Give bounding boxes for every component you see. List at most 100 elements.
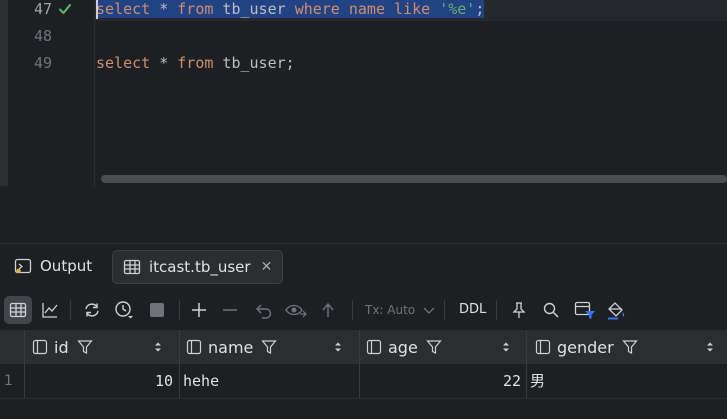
sql-text: tb_user (213, 0, 295, 18)
tab-output[interactable]: Output (14, 250, 92, 282)
toolbar-separator (179, 300, 180, 320)
sort-arrows-icon[interactable] (334, 341, 342, 353)
line-number: 47 (33, 0, 52, 18)
column-header-label: name (208, 337, 254, 357)
ddl-button[interactable]: DDL (459, 302, 486, 317)
sql-keyword: from (177, 54, 214, 72)
column-header-name[interactable]: name (186, 330, 278, 364)
revert-button[interactable] (250, 296, 278, 324)
horizontal-scrollbar[interactable] (101, 175, 727, 183)
filter-icon[interactable] (76, 339, 93, 355)
sql-text: * (150, 0, 178, 18)
clock-dropdown-icon (115, 301, 133, 319)
sql-keyword: name (339, 0, 395, 18)
sql-keyword: from (177, 0, 214, 18)
preview-changes-button[interactable] (282, 296, 310, 324)
table-view-button[interactable] (4, 296, 32, 324)
delete-row-button[interactable] (216, 296, 244, 324)
sort-arrows-icon[interactable] (706, 341, 714, 353)
toolbar-separator (444, 300, 445, 320)
minus-icon (223, 309, 237, 311)
column-header-gender[interactable]: gender (535, 330, 638, 364)
code-line-49[interactable]: select * from tb_user; (96, 54, 295, 73)
pin-tab-button[interactable] (505, 296, 533, 324)
cell-name[interactable]: hehe (183, 364, 219, 398)
sql-string: '%e' (439, 0, 476, 18)
filter-icon[interactable] (621, 339, 638, 355)
code-line-47[interactable]: select * from tb_user where name like '%… (96, 0, 485, 19)
sql-text: ; (475, 0, 485, 18)
filter-icon[interactable] (261, 339, 278, 355)
chevron-down-icon (423, 307, 435, 314)
history-button[interactable] (110, 296, 138, 324)
search-icon (543, 302, 559, 318)
submit-button[interactable] (314, 296, 342, 324)
search-button[interactable] (537, 296, 565, 324)
sql-keyword: like (394, 0, 431, 18)
cell-id[interactable]: 10 (25, 364, 173, 398)
line-chart-icon (42, 303, 58, 318)
filter-view-button[interactable] (571, 296, 599, 324)
tab-output-label: Output (40, 257, 93, 275)
sql-text: * (150, 54, 178, 72)
transaction-mode-dropdown[interactable]: Tx: Auto (365, 303, 415, 317)
cancel-running-button[interactable] (143, 296, 171, 324)
column-icon (366, 339, 382, 355)
sql-keyword: select (96, 0, 151, 18)
sql-keyword: where (294, 0, 340, 18)
refresh-icon (85, 303, 99, 317)
color-settings-button[interactable] (603, 296, 631, 324)
paint-bucket-icon (608, 302, 625, 320)
cell-age[interactable]: 22 (360, 364, 521, 398)
sql-editor[interactable]: 47 48 49 select * from tb_user where nam… (0, 0, 727, 188)
line-number-gutter: 47 48 49 (8, 0, 94, 188)
sort-arrows-icon[interactable] (502, 341, 510, 353)
services-tab-bar: Output itcast.tb_user ✕ (0, 243, 727, 291)
row-divider (0, 398, 727, 399)
filter-icon[interactable] (426, 339, 442, 355)
table-row[interactable]: 10 hehe 22 男 (0, 364, 727, 398)
code-text: select * from tb_user where name like '%… (96, 0, 485, 18)
toolbar-separator (496, 300, 497, 320)
sql-text: tb_user; (213, 54, 295, 72)
column-icon (535, 339, 551, 355)
pin-icon (512, 302, 526, 318)
sql-keyword: select (96, 54, 151, 72)
plus-icon (192, 303, 206, 317)
chart-view-button[interactable] (36, 296, 64, 324)
undo-icon (256, 304, 272, 319)
sort-arrows-icon[interactable] (154, 341, 162, 353)
result-grid-header: id name age gender (0, 330, 727, 364)
upload-arrow-icon (322, 302, 334, 317)
column-icon (186, 339, 202, 355)
refresh-button[interactable] (78, 296, 106, 324)
tab-table-label: itcast.tb_user (149, 258, 251, 276)
column-header-id[interactable]: id (32, 330, 93, 364)
line-number: 49 (33, 54, 52, 72)
execution-success-check-icon (59, 4, 71, 14)
text-caret (96, 0, 98, 19)
line-number: 48 (33, 27, 52, 45)
table-filter-icon (574, 301, 595, 319)
add-row-button[interactable] (185, 296, 213, 324)
grid-icon (9, 302, 27, 318)
column-header-age[interactable]: age (366, 330, 442, 364)
column-icon (32, 339, 48, 355)
code-text: select * from tb_user; (96, 54, 295, 72)
stop-icon (150, 303, 164, 317)
cell-gender[interactable]: 男 (530, 364, 545, 398)
close-tab-icon[interactable]: ✕ (261, 259, 273, 275)
editor-left-strip (0, 0, 8, 186)
table-icon (123, 259, 141, 275)
eye-icon (285, 304, 307, 318)
toolbar-separator (352, 300, 353, 320)
toolbar-separator (70, 300, 71, 320)
gutter-divider (94, 0, 95, 188)
column-header-label: gender (557, 337, 614, 357)
column-header-label: id (54, 337, 69, 357)
result-toolbar: Tx: Auto DDL (0, 291, 727, 329)
tab-table-result[interactable]: itcast.tb_user ✕ (112, 250, 284, 284)
column-header-label: age (388, 337, 418, 357)
console-output-icon (14, 258, 32, 274)
